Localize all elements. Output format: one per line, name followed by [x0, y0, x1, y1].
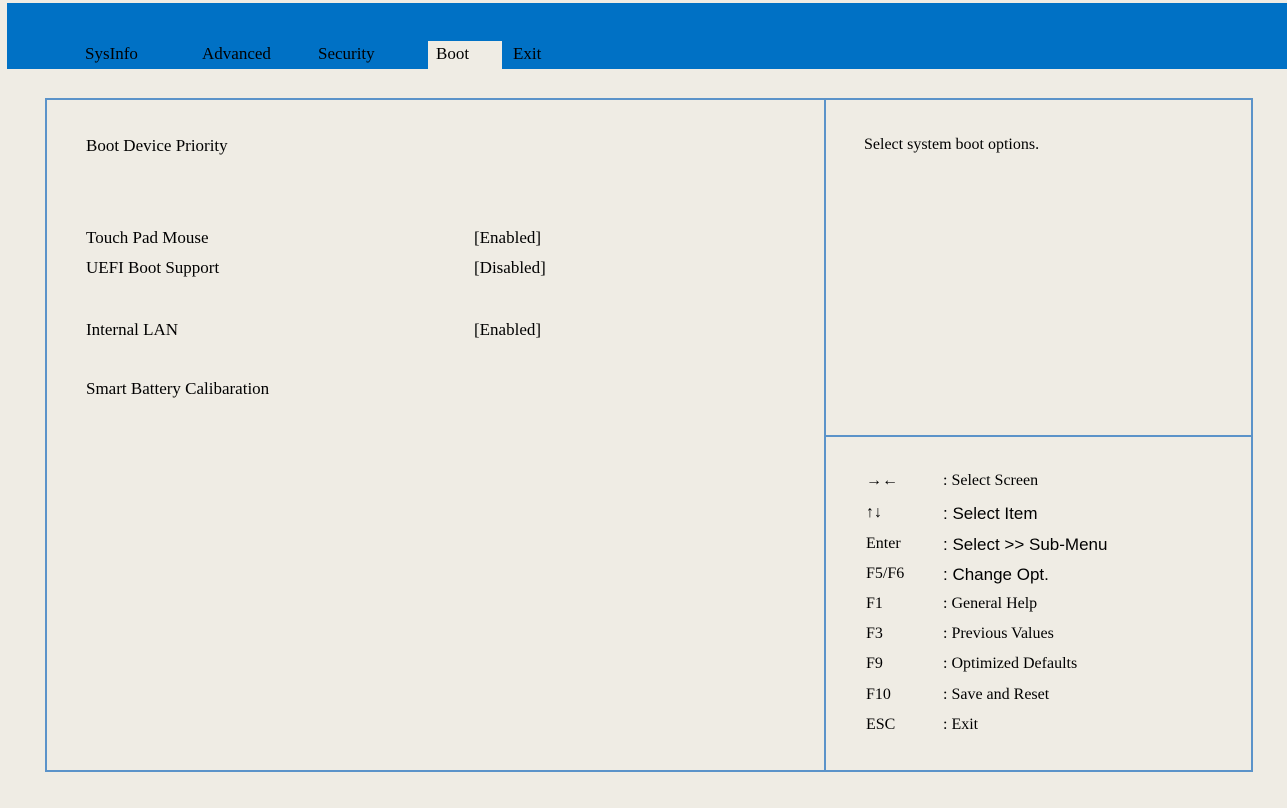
- top-menu-bar: [7, 3, 1287, 69]
- tab-exit[interactable]: Exit: [513, 41, 541, 69]
- legend-desc-change-opt: : Change Opt.: [943, 565, 1049, 584]
- legend-desc-previous-values: : Previous Values: [943, 625, 1054, 642]
- arrows-vertical-icon: ↑↓: [866, 504, 882, 521]
- touch-pad-mouse-label[interactable]: Touch Pad Mouse: [86, 228, 209, 248]
- uefi-boot-support-value[interactable]: [Disabled]: [474, 258, 546, 278]
- legend-key-f9: F9: [866, 655, 883, 672]
- uefi-boot-support-label[interactable]: UEFI Boot Support: [86, 258, 219, 278]
- touch-pad-mouse-value[interactable]: [Enabled]: [474, 228, 541, 248]
- legend-desc-sub-menu: : Select >> Sub-Menu: [943, 535, 1108, 554]
- internal-lan-label[interactable]: Internal LAN: [86, 320, 178, 340]
- legend-key-f3: F3: [866, 625, 883, 642]
- legend-desc-general-help: : General Help: [943, 595, 1038, 612]
- help-text: Select system boot options.: [864, 136, 1040, 153]
- legend-desc-select-screen: : Select Screen: [943, 472, 1039, 489]
- legend-key-esc: ESC: [866, 716, 896, 733]
- tab-boot[interactable]: Boot: [428, 41, 502, 69]
- legend-key-enter: Enter: [866, 535, 901, 552]
- smart-battery-calibration-item[interactable]: Smart Battery Calibaration: [86, 379, 269, 399]
- legend-desc-optimized-defaults: : Optimized Defaults: [943, 655, 1078, 672]
- tab-advanced[interactable]: Advanced: [202, 41, 271, 69]
- legend-desc-exit: : Exit: [943, 716, 979, 733]
- legend-key-f1: F1: [866, 595, 883, 612]
- legend-desc-select-item: : Select Item: [943, 504, 1038, 523]
- internal-lan-value[interactable]: [Enabled]: [474, 320, 541, 340]
- legend-key-f10: F10: [866, 686, 891, 703]
- legend-desc-save-reset: : Save and Reset: [943, 686, 1050, 703]
- legend-key-f5-f6: F5/F6: [866, 565, 905, 582]
- tab-sysinfo[interactable]: SysInfo: [85, 41, 138, 69]
- boot-device-priority-item[interactable]: Boot Device Priority: [86, 136, 228, 156]
- arrows-horizontal-icon: →←: [866, 472, 898, 489]
- tab-security[interactable]: Security: [318, 41, 375, 69]
- panel-divider-horizontal: [824, 435, 1253, 437]
